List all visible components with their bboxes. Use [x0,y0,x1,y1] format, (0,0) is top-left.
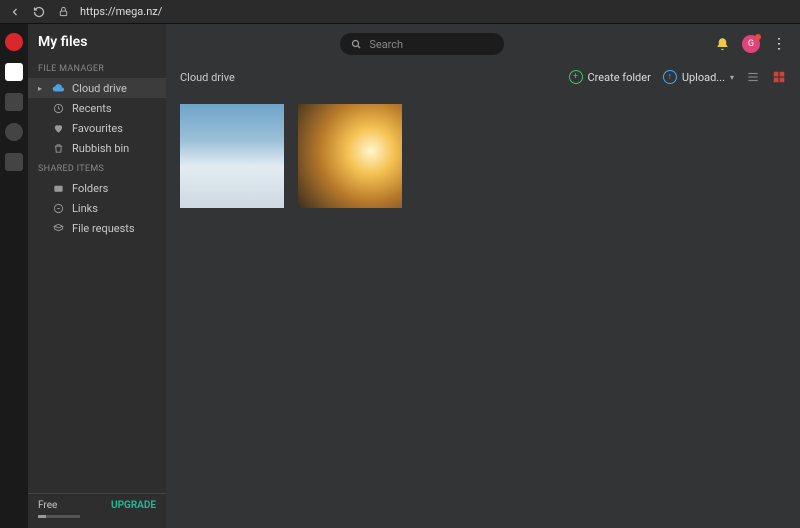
sidebar-item-label: Rubbish bin [72,142,129,155]
sidebar-item-file-requests[interactable]: File requests [28,218,166,238]
sidebar-section-shared: SHARED ITEMS [28,158,166,178]
chevron-right-icon: ▸ [38,84,44,93]
upgrade-button[interactable]: UPGRADE [111,500,156,511]
sidebar-item-label: File requests [72,222,135,235]
upload-label: Upload... [682,71,725,84]
file-thumbnail[interactable] [180,104,284,208]
sidebar-item-rubbish[interactable]: Rubbish bin [28,138,166,158]
trash-icon [52,142,64,154]
list-view-icon[interactable] [746,70,760,84]
sidebar-item-label: Favourites [72,122,123,135]
sidebar-footer: Free UPGRADE [28,493,166,528]
upload-button[interactable]: ↑ Upload... ▾ [663,70,734,84]
chevron-down-icon: ▾ [730,73,734,82]
url-bar[interactable]: https://mega.nz/ [80,5,792,18]
bell-icon[interactable] [715,37,730,52]
file-grid [166,90,800,222]
kebab-icon[interactable]: ⋮ [772,36,786,52]
clock-icon [52,102,64,114]
rail-photos-icon[interactable] [5,93,23,111]
plus-icon: + [569,70,583,84]
grid-view-icon[interactable] [772,70,786,84]
file-request-icon [52,222,64,234]
file-thumbnail[interactable] [298,104,402,208]
app-rail [0,24,28,528]
storage-plan-label: Free [38,500,80,511]
sidebar-item-recents[interactable]: Recents [28,98,166,118]
heart-icon [52,122,64,134]
sidebar-item-favourites[interactable]: Favourites [28,118,166,138]
rail-files-icon[interactable] [5,63,23,81]
main-area: Search G ⋮ Cloud drive + Create folder ↑… [166,24,800,528]
top-bar: Search G ⋮ [166,24,800,64]
search-icon [350,38,362,50]
rail-devices-icon[interactable] [5,153,23,171]
breadcrumb[interactable]: Cloud drive [180,71,235,84]
sidebar-item-folders[interactable]: Folders [28,178,166,198]
create-folder-label: Create folder [588,71,651,84]
toolbar: Cloud drive + Create folder ↑ Upload... … [166,64,800,90]
storage-bar [38,515,80,518]
back-icon[interactable] [8,5,22,19]
upload-icon: ↑ [663,70,677,84]
sidebar-item-links[interactable]: Links [28,198,166,218]
sidebar-item-label: Folders [72,182,108,195]
browser-chrome: https://mega.nz/ [0,0,800,24]
rail-chat-icon[interactable] [5,123,23,141]
mega-logo[interactable] [5,33,23,51]
lock-icon [56,5,70,19]
sidebar: My files FILE MANAGER ▸ Cloud drive Rece… [28,24,166,528]
sidebar-item-label: Links [72,202,98,215]
search-input[interactable]: Search [340,33,504,55]
create-folder-button[interactable]: + Create folder [569,70,651,84]
reload-icon[interactable] [32,5,46,19]
cloud-icon [52,82,64,94]
avatar[interactable]: G [742,35,760,53]
link-icon [52,202,64,214]
sidebar-item-label: Recents [72,102,112,115]
sidebar-item-cloud-drive[interactable]: ▸ Cloud drive [28,78,166,98]
sidebar-item-label: Cloud drive [72,82,127,95]
sidebar-section-filemanager: FILE MANAGER [28,58,166,78]
search-placeholder: Search [369,38,403,51]
page-title: My files [28,24,166,58]
folders-icon [52,182,64,194]
